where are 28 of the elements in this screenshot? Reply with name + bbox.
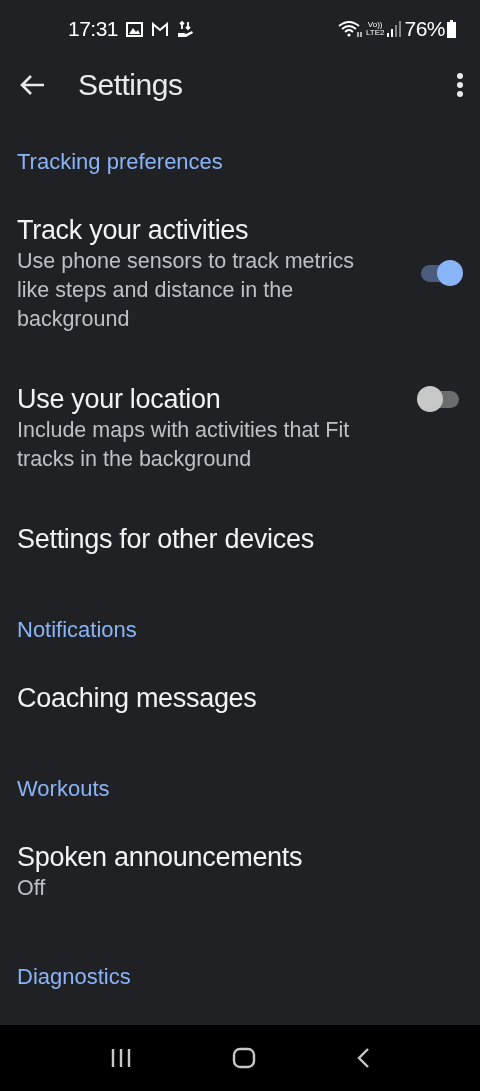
volte-label: Vo)) bbox=[367, 21, 383, 29]
setting-description: Include maps with activities that Fit tracks in the background bbox=[17, 417, 351, 473]
wifi-icon bbox=[337, 20, 364, 38]
section-header: Tracking preferences bbox=[16, 148, 224, 176]
setting-title: Use your location bbox=[17, 383, 222, 416]
page-title: Settings bbox=[78, 68, 183, 102]
setting-title: Coaching messages bbox=[17, 682, 258, 715]
back-button[interactable] bbox=[20, 74, 46, 96]
home-button[interactable] bbox=[232, 1047, 256, 1069]
setting-title: Track your activities bbox=[17, 214, 250, 247]
recent-apps-button[interactable] bbox=[110, 1048, 132, 1068]
mail-icon bbox=[151, 21, 170, 37]
image-icon bbox=[126, 21, 144, 37]
battery-icon bbox=[447, 20, 456, 38]
hand-arrows-icon bbox=[177, 20, 195, 38]
more-options-button[interactable] bbox=[456, 72, 464, 98]
section-header: Workouts bbox=[16, 775, 111, 803]
section-header: Diagnostics bbox=[16, 963, 132, 991]
lte-label: LTE2 bbox=[365, 29, 385, 37]
battery-percent: 76% bbox=[404, 17, 445, 41]
setting-title: Spoken announcements bbox=[17, 841, 304, 874]
setting-description: Off bbox=[17, 875, 47, 902]
back-nav-button[interactable] bbox=[356, 1047, 370, 1069]
setting-title: Settings for other devices bbox=[17, 523, 315, 556]
section-header: Notifications bbox=[16, 616, 138, 644]
setting-description: Use phone sensors to track metrics like steps and distance in the background bbox=[17, 248, 355, 333]
clock: 17:31 bbox=[68, 17, 119, 41]
signal-icon bbox=[386, 20, 403, 38]
